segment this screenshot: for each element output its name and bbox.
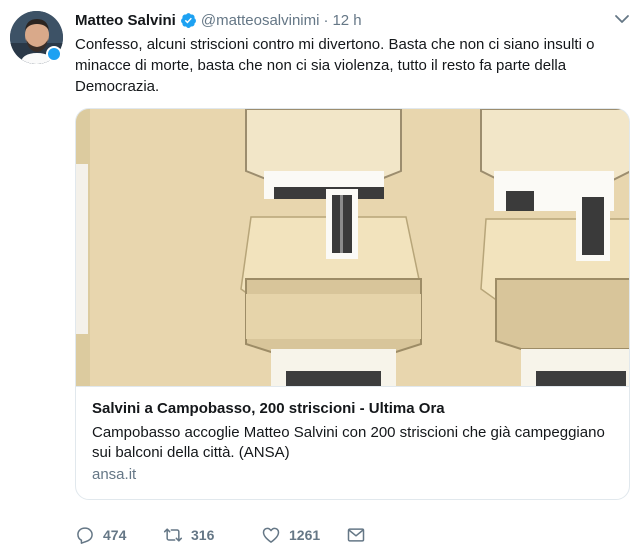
card-title: Salvini a Campobasso, 200 striscioni - U…	[92, 400, 445, 417]
retweet-count: 316	[191, 527, 215, 543]
card-body: Salvini a Campobasso, 200 striscioni - U…	[76, 386, 629, 497]
tweet-text: Confesso, alcuni striscioni contro mi di…	[75, 36, 595, 95]
reply-count: 474	[103, 527, 127, 543]
verified-badge-icon	[180, 12, 196, 28]
tweet-actions: 474 316 1261	[75, 523, 376, 547]
link-card[interactable]: Salvini a Campobasso, 200 striscioni - U…	[75, 108, 630, 500]
avatar-badge-icon	[46, 46, 62, 62]
heart-icon	[262, 527, 280, 543]
author-name[interactable]: Matteo Salvini	[75, 12, 176, 29]
envelope-icon	[347, 528, 365, 542]
card-description: Campobasso accoglie Matteo Salvini con 2…	[92, 424, 605, 461]
tweet[interactable]: Matteo Salvini @matteosalvinimi · 12 h C…	[0, 0, 642, 554]
reply-icon	[77, 527, 93, 544]
reply-button[interactable]: 474	[75, 525, 163, 545]
chevron-down-icon[interactable]	[614, 12, 630, 26]
card-image	[76, 109, 629, 386]
retweet-icon	[163, 528, 183, 542]
retweet-button[interactable]: 316	[163, 525, 261, 545]
header-separator: ·	[323, 11, 329, 29]
tweet-header: Matteo Salvini @matteosalvinimi · 12 h	[75, 10, 362, 30]
direct-message-button[interactable]	[346, 525, 376, 545]
tweet-time[interactable]: 12 h	[332, 12, 361, 29]
author-handle[interactable]: @matteosalvinimi	[201, 12, 320, 29]
like-button[interactable]: 1261	[261, 525, 346, 545]
like-count: 1261	[289, 527, 321, 543]
card-domain: ansa.it	[92, 466, 137, 483]
